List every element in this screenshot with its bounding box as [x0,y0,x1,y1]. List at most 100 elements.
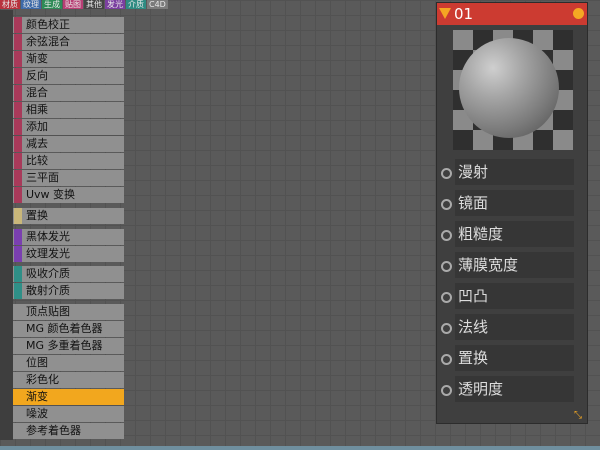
resize-icon[interactable]: ⤡ [574,411,584,421]
preview-sphere [459,38,559,138]
port-socket-icon[interactable] [441,230,452,241]
palette-item[interactable]: 渐变 [13,51,124,67]
palette-item-label: MG 多重着色器 [26,339,103,352]
port-socket-icon[interactable] [441,199,452,210]
bottom-line [0,446,600,450]
input-port[interactable]: 薄膜宽度 [437,252,587,283]
palette-item-label: 顶点贴图 [26,305,70,318]
node-header[interactable]: 01 [437,3,587,25]
palette-item[interactable]: 置换 [13,208,124,224]
port-label: 法线 [455,314,574,340]
category-swatch [14,136,22,152]
tab-7[interactable]: C4D [147,0,168,9]
category-swatch [14,153,22,169]
palette-item-label: 置换 [26,209,48,222]
palette-item[interactable]: 渐变 [13,389,124,405]
node-title: 01 [454,5,474,23]
palette-item[interactable]: 余弦混合 [13,34,124,50]
input-port[interactable]: 置换 [437,345,587,376]
category-swatch [14,34,22,50]
palette-item[interactable]: 相乘 [13,102,124,118]
tab-4[interactable]: 其他 [84,0,104,9]
palette-item[interactable]: 三平面 [13,170,124,186]
palette-item-label: 吸收介质 [26,267,70,280]
palette-item-label: 黑体发光 [26,230,70,243]
palette-item[interactable]: MG 颜色着色器 [13,321,124,337]
category-swatch [14,119,22,135]
port-label: 漫射 [455,159,574,185]
category-swatch [14,17,22,33]
palette-item-label: 减去 [26,137,48,150]
category-swatch [14,283,22,299]
port-socket-icon[interactable] [441,385,452,396]
port-socket-icon[interactable] [441,323,452,334]
category-tabs: 材质 纹理 生成 贴图 其他 发光 介质 C4D [0,0,168,9]
tab-2[interactable]: 生成 [42,0,62,9]
palette-item-label: 添加 [26,120,48,133]
palette-item-label: 相乘 [26,103,48,116]
category-swatch [14,102,22,118]
input-port[interactable]: 粗糙度 [437,221,587,252]
palette-item[interactable]: 添加 [13,119,124,135]
palette-item[interactable]: 位图 [13,355,124,371]
port-socket-icon[interactable] [441,354,452,365]
port-label: 镜面 [455,190,574,216]
palette-item-label: 纹理发光 [26,247,70,260]
palette-item[interactable]: 参考着色器 [13,423,124,439]
palette-item-label: 参考着色器 [26,424,81,437]
tab-6[interactable]: 介质 [126,0,146,9]
category-swatch [14,51,22,67]
tab-5[interactable]: 发光 [105,0,125,9]
material-preview [453,30,573,150]
collapse-triangle-icon[interactable] [439,8,451,19]
category-swatch [14,208,22,224]
palette-item-label: 混合 [26,86,48,99]
tab-3[interactable]: 贴图 [63,0,83,9]
palette-item-label: 余弦混合 [26,35,70,48]
palette-item[interactable]: MG 多重着色器 [13,338,124,354]
port-socket-icon[interactable] [441,292,452,303]
palette-item[interactable]: 彩色化 [13,372,124,388]
output-port-icon[interactable] [573,8,584,19]
palette-item-label: 三平面 [26,171,59,184]
palette-item-label: 渐变 [26,52,48,65]
port-label: 透明度 [455,376,574,402]
palette-item-label: 颜色校正 [26,18,70,31]
material-node[interactable]: 01 漫射镜面粗糙度 薄膜宽度 凹凸 法线置换 透明度 ⤡ [436,2,588,424]
palette-item[interactable]: 顶点贴图 [13,304,124,320]
palette-item[interactable]: 黑体发光 [13,229,124,245]
input-port[interactable]: 凹凸 [437,283,587,314]
palette-item[interactable]: 吸收介质 [13,266,124,282]
palette-item-label: MG 颜色着色器 [26,322,103,335]
category-swatch [14,85,22,101]
palette-item-label: 渐变 [26,390,48,403]
palette-item-label: 位图 [26,356,48,369]
palette-group: 颜色校正余弦混合渐变反向混合相乘添加减去比较三平面 Uvw 变换 [13,17,124,204]
palette-item-label: 噪波 [26,407,48,420]
input-port[interactable]: 漫射 [437,159,587,190]
palette-item[interactable]: 噪波 [13,406,124,422]
input-port[interactable]: 镜面 [437,190,587,221]
palette-item[interactable]: Uvw 变换 [13,187,124,203]
input-ports: 漫射镜面粗糙度 薄膜宽度 凹凸 法线置换 透明度 [437,159,587,407]
category-swatch [14,246,22,262]
palette-group: 黑体发光 纹理发光 [13,229,124,263]
palette-item[interactable]: 反向 [13,68,124,84]
category-swatch [14,229,22,245]
palette-item[interactable]: 颜色校正 [13,17,124,33]
palette-item[interactable]: 散射介质 [13,283,124,299]
input-port[interactable]: 透明度 [437,376,587,407]
port-socket-icon[interactable] [441,168,452,179]
palette-item[interactable]: 比较 [13,153,124,169]
port-socket-icon[interactable] [441,261,452,272]
tab-0[interactable]: 材质 [0,0,20,9]
palette-item-label: 散射介质 [26,284,70,297]
palette-item[interactable]: 减去 [13,136,124,152]
palette-item[interactable]: 纹理发光 [13,246,124,262]
left-strip [0,10,13,440]
input-port[interactable]: 法线 [437,314,587,345]
palette-item[interactable]: 混合 [13,85,124,101]
palette-group: 顶点贴图 MG 颜色着色器 MG 多重着色器 位图彩色化渐变噪波参考着色器 [13,304,124,440]
tab-1[interactable]: 纹理 [21,0,41,9]
category-swatch [14,170,22,186]
